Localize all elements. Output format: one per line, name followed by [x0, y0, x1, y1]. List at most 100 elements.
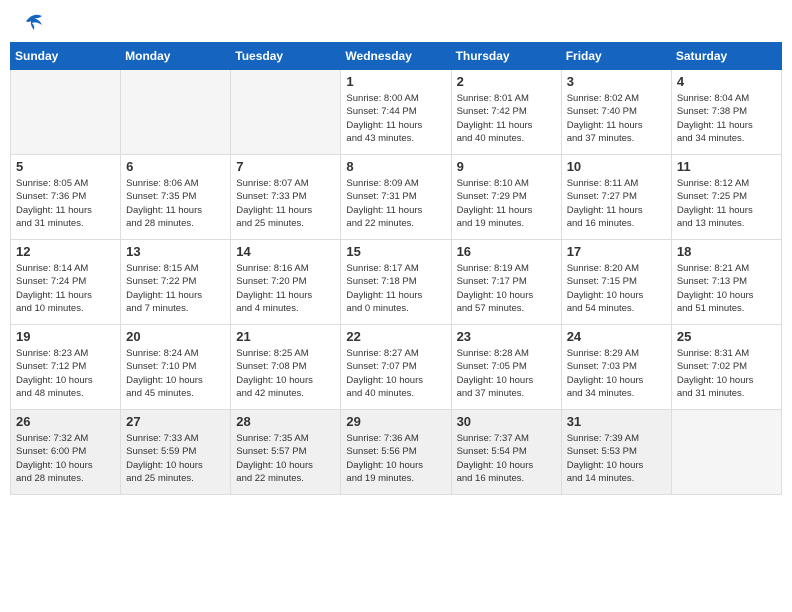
- day-info: Sunrise: 8:21 AMSunset: 7:13 PMDaylight:…: [677, 262, 776, 315]
- day-number: 29: [346, 414, 445, 429]
- day-number: 18: [677, 244, 776, 259]
- day-info: Sunrise: 8:02 AMSunset: 7:40 PMDaylight:…: [567, 92, 666, 145]
- day-number: 10: [567, 159, 666, 174]
- calendar-cell: 26 Sunrise: 7:32 AMSunset: 6:00 PMDayligh…: [11, 410, 121, 495]
- week-row-5: 26 Sunrise: 7:32 AMSunset: 6:00 PMDayligh…: [11, 410, 782, 495]
- day-number: 6: [126, 159, 225, 174]
- calendar-cell: 6 Sunrise: 8:06 AMSunset: 7:35 PMDaylight…: [121, 155, 231, 240]
- calendar-cell: 3 Sunrise: 8:02 AMSunset: 7:40 PMDaylight…: [561, 70, 671, 155]
- day-number: 12: [16, 244, 115, 259]
- day-info: Sunrise: 8:19 AMSunset: 7:17 PMDaylight:…: [457, 262, 556, 315]
- calendar-cell: 7Sunrise: 8:07 AMSunset: 7:33 PMDaylight…: [231, 155, 341, 240]
- day-info: Sunrise: 8:31 AMSunset: 7:02 PMDaylight:…: [677, 347, 776, 400]
- day-info: Sunrise: 8:27 AMSunset: 7:07 PMDaylight:…: [346, 347, 445, 400]
- day-info: Sunrise: 7:37 AMSunset: 5:54 PMDaylight:…: [457, 432, 556, 485]
- day-info: Sunrise: 7:32 AMSunset: 6:00 PMDaylight:…: [16, 432, 115, 485]
- weekday-header-thursday: Thursday: [451, 43, 561, 70]
- day-number: 20: [126, 329, 225, 344]
- day-info: Sunrise: 8:01 AMSunset: 7:42 PMDaylight:…: [457, 92, 556, 145]
- day-info: Sunrise: 8:23 AMSunset: 7:12 PMDaylight:…: [16, 347, 115, 400]
- day-number: 7: [236, 159, 335, 174]
- weekday-header-saturday: Saturday: [671, 43, 781, 70]
- calendar-cell: 1 Sunrise: 8:00 AMSunset: 7:44 PMDaylight…: [341, 70, 451, 155]
- calendar-cell: 17 Sunrise: 8:20 AMSunset: 7:15 PMDayligh…: [561, 240, 671, 325]
- day-number: 15: [346, 244, 445, 259]
- calendar-cell: [671, 410, 781, 495]
- page-header: [10, 10, 782, 32]
- day-number: 14: [236, 244, 335, 259]
- day-number: 5: [16, 159, 115, 174]
- day-info: Sunrise: 8:17 AMSunset: 7:18 PMDaylight:…: [346, 262, 445, 315]
- week-row-2: 5 Sunrise: 8:05 AMSunset: 7:36 PMDaylight…: [11, 155, 782, 240]
- weekday-header-tuesday: Tuesday: [231, 43, 341, 70]
- calendar-cell: 18 Sunrise: 8:21 AMSunset: 7:13 PMDayligh…: [671, 240, 781, 325]
- calendar-cell: 21 Sunrise: 8:25 AMSunset: 7:08 PMDayligh…: [231, 325, 341, 410]
- day-number: 23: [457, 329, 556, 344]
- day-number: 17: [567, 244, 666, 259]
- day-info: Sunrise: 7:39 AMSunset: 5:53 PMDaylight:…: [567, 432, 666, 485]
- day-number: 22: [346, 329, 445, 344]
- calendar-cell: 12Sunrise: 8:14 AMSunset: 7:24 PMDayligh…: [11, 240, 121, 325]
- day-info: Sunrise: 8:24 AMSunset: 7:10 PMDaylight:…: [126, 347, 225, 400]
- day-info: Sunrise: 8:05 AMSunset: 7:36 PMDaylight:…: [16, 177, 115, 230]
- calendar-cell: 10 Sunrise: 8:11 AMSunset: 7:27 PMDayligh…: [561, 155, 671, 240]
- calendar-cell: 24Sunrise: 8:29 AMSunset: 7:03 PMDayligh…: [561, 325, 671, 410]
- weekday-header-friday: Friday: [561, 43, 671, 70]
- day-number: 11: [677, 159, 776, 174]
- day-info: Sunrise: 8:00 AMSunset: 7:44 PMDaylight:…: [346, 92, 445, 145]
- day-info: Sunrise: 7:36 AMSunset: 5:56 PMDaylight:…: [346, 432, 445, 485]
- day-number: 21: [236, 329, 335, 344]
- day-info: Sunrise: 8:10 AMSunset: 7:29 PMDaylight:…: [457, 177, 556, 230]
- calendar-cell: [121, 70, 231, 155]
- calendar-cell: 22 Sunrise: 8:27 AMSunset: 7:07 PMDayligh…: [341, 325, 451, 410]
- week-row-3: 12Sunrise: 8:14 AMSunset: 7:24 PMDayligh…: [11, 240, 782, 325]
- calendar-table: SundayMondayTuesdayWednesdayThursdayFrid…: [10, 42, 782, 495]
- calendar-cell: 13Sunrise: 8:15 AMSunset: 7:22 PMDayligh…: [121, 240, 231, 325]
- calendar-cell: [11, 70, 121, 155]
- day-number: 30: [457, 414, 556, 429]
- day-number: 1: [346, 74, 445, 89]
- calendar-cell: 15 Sunrise: 8:17 AMSunset: 7:18 PMDayligh…: [341, 240, 451, 325]
- calendar-cell: 14 Sunrise: 8:16 AMSunset: 7:20 PMDayligh…: [231, 240, 341, 325]
- day-number: 3: [567, 74, 666, 89]
- day-info: Sunrise: 7:35 AMSunset: 5:57 PMDaylight:…: [236, 432, 335, 485]
- day-number: 9: [457, 159, 556, 174]
- weekday-header-sunday: Sunday: [11, 43, 121, 70]
- day-info: Sunrise: 8:04 AMSunset: 7:38 PMDaylight:…: [677, 92, 776, 145]
- calendar-cell: 19 Sunrise: 8:23 AMSunset: 7:12 PMDayligh…: [11, 325, 121, 410]
- calendar-cell: 16 Sunrise: 8:19 AMSunset: 7:17 PMDayligh…: [451, 240, 561, 325]
- day-info: Sunrise: 7:33 AMSunset: 5:59 PMDaylight:…: [126, 432, 225, 485]
- day-info: Sunrise: 8:09 AMSunset: 7:31 PMDaylight:…: [346, 177, 445, 230]
- calendar-cell: 2 Sunrise: 8:01 AMSunset: 7:42 PMDaylight…: [451, 70, 561, 155]
- day-number: 27: [126, 414, 225, 429]
- day-number: 26: [16, 414, 115, 429]
- logo: [20, 15, 44, 27]
- calendar-cell: 4Sunrise: 8:04 AMSunset: 7:38 PMDaylight…: [671, 70, 781, 155]
- day-info: Sunrise: 8:25 AMSunset: 7:08 PMDaylight:…: [236, 347, 335, 400]
- weekday-header-row: SundayMondayTuesdayWednesdayThursdayFrid…: [11, 43, 782, 70]
- calendar-cell: 25Sunrise: 8:31 AMSunset: 7:02 PMDayligh…: [671, 325, 781, 410]
- calendar-cell: 5 Sunrise: 8:05 AMSunset: 7:36 PMDaylight…: [11, 155, 121, 240]
- weekday-header-monday: Monday: [121, 43, 231, 70]
- day-number: 8: [346, 159, 445, 174]
- calendar-cell: [231, 70, 341, 155]
- day-info: Sunrise: 8:16 AMSunset: 7:20 PMDaylight:…: [236, 262, 335, 315]
- day-number: 16: [457, 244, 556, 259]
- calendar-cell: 8 Sunrise: 8:09 AMSunset: 7:31 PMDaylight…: [341, 155, 451, 240]
- day-number: 2: [457, 74, 556, 89]
- day-info: Sunrise: 8:06 AMSunset: 7:35 PMDaylight:…: [126, 177, 225, 230]
- day-number: 13: [126, 244, 225, 259]
- calendar-cell: 11Sunrise: 8:12 AMSunset: 7:25 PMDayligh…: [671, 155, 781, 240]
- calendar-cell: 30 Sunrise: 7:37 AMSunset: 5:54 PMDayligh…: [451, 410, 561, 495]
- day-number: 19: [16, 329, 115, 344]
- day-number: 31: [567, 414, 666, 429]
- weekday-header-wednesday: Wednesday: [341, 43, 451, 70]
- week-row-4: 19 Sunrise: 8:23 AMSunset: 7:12 PMDayligh…: [11, 325, 782, 410]
- day-info: Sunrise: 8:20 AMSunset: 7:15 PMDaylight:…: [567, 262, 666, 315]
- day-info: Sunrise: 8:11 AMSunset: 7:27 PMDaylight:…: [567, 177, 666, 230]
- day-number: 24: [567, 329, 666, 344]
- day-info: Sunrise: 8:28 AMSunset: 7:05 PMDaylight:…: [457, 347, 556, 400]
- day-number: 28: [236, 414, 335, 429]
- logo-bird-icon: [22, 11, 44, 33]
- calendar-cell: 9 Sunrise: 8:10 AMSunset: 7:29 PMDaylight…: [451, 155, 561, 240]
